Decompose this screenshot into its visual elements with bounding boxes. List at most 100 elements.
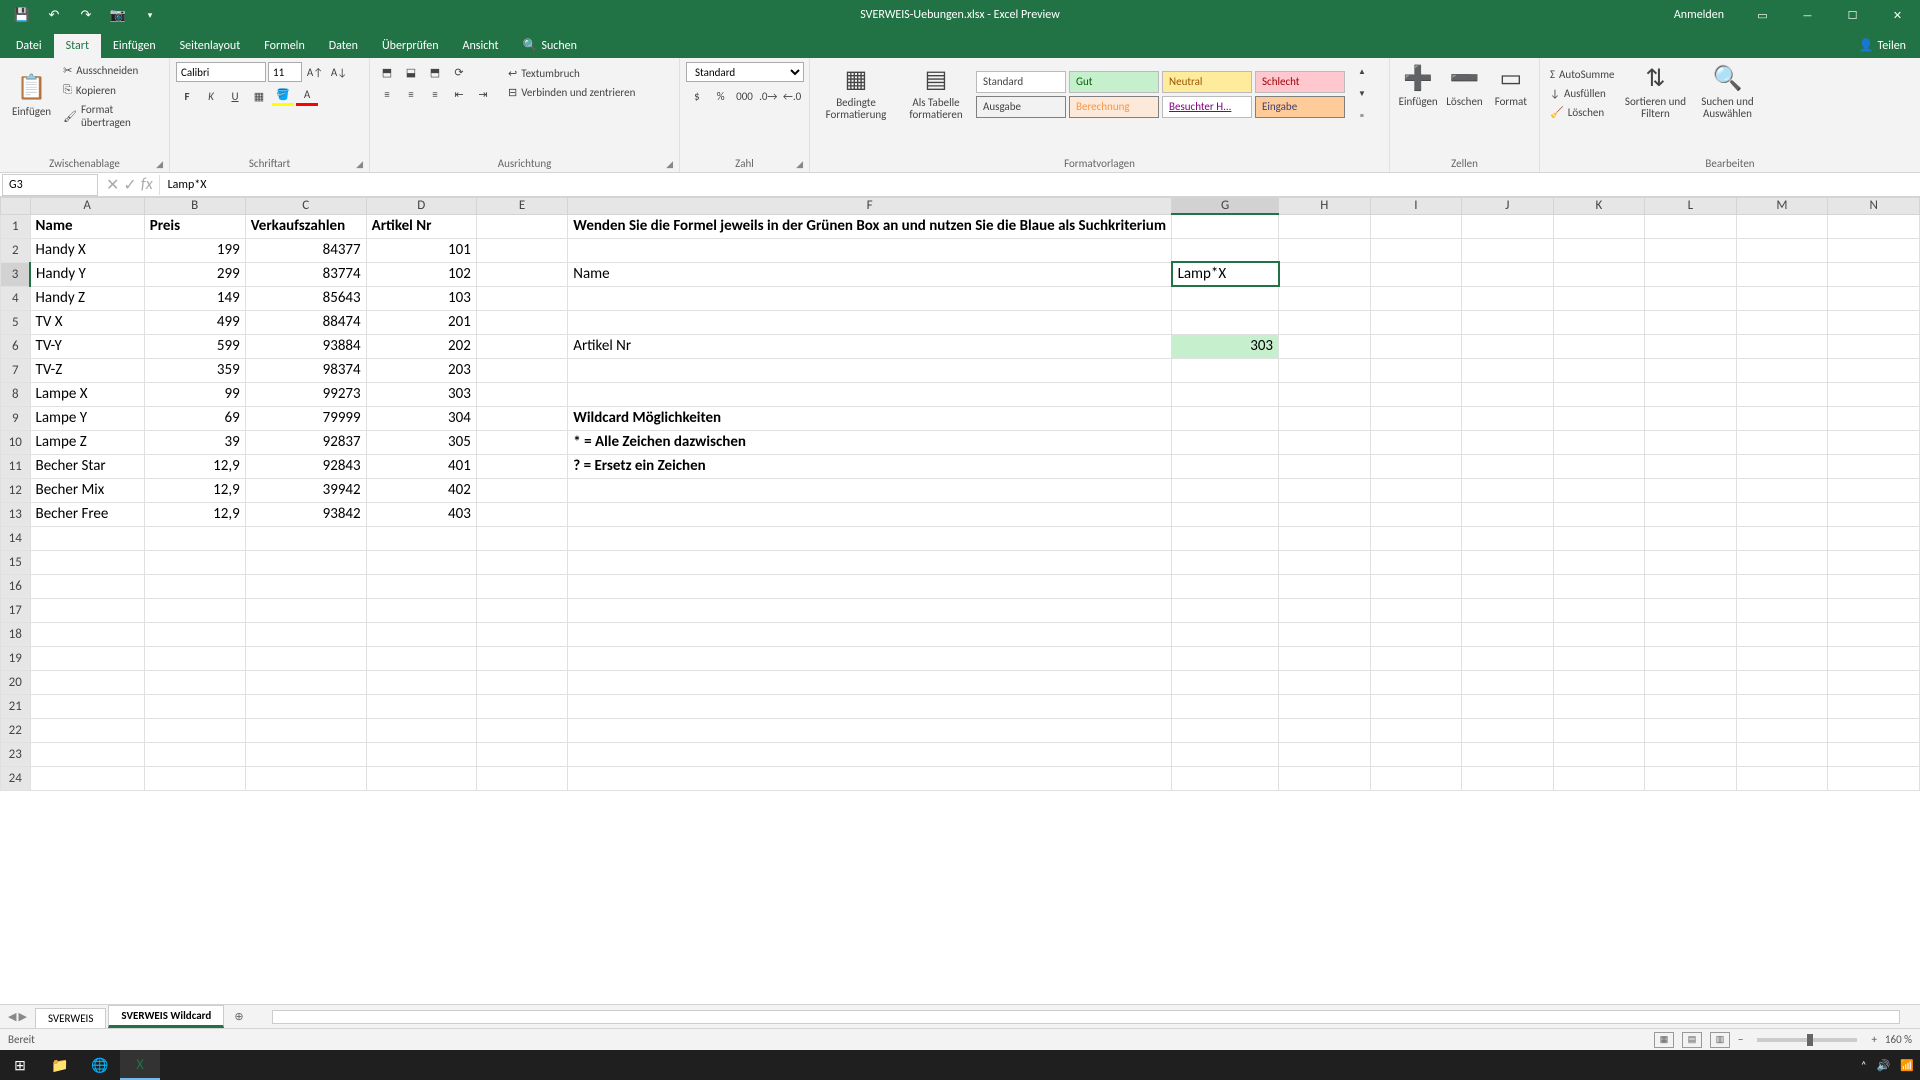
cell-C8[interactable]: 99273 [245, 382, 366, 406]
cell-A12[interactable]: Becher Mix [30, 478, 144, 502]
tab-seitenlayout[interactable]: Seitenlayout [168, 34, 253, 58]
cell-D18[interactable] [366, 622, 476, 646]
cell-J13[interactable] [1462, 502, 1553, 526]
fx-icon[interactable]: fx [141, 175, 153, 194]
cell-J15[interactable] [1462, 550, 1553, 574]
cell-J20[interactable] [1462, 670, 1553, 694]
align-middle-icon[interactable]: ⬓ [400, 62, 422, 82]
cell-M7[interactable] [1736, 358, 1828, 382]
cell-G13[interactable] [1172, 502, 1279, 526]
cell-A20[interactable] [30, 670, 144, 694]
cell-K23[interactable] [1553, 742, 1644, 766]
font-name-select[interactable] [176, 62, 266, 82]
cell-N24[interactable] [1828, 766, 1920, 790]
cell-L3[interactable] [1645, 262, 1736, 286]
tray-chevron-icon[interactable]: ˄ [1861, 1059, 1867, 1072]
add-sheet-button[interactable]: ⊕ [226, 1010, 251, 1023]
cell-E6[interactable] [476, 334, 567, 358]
cell-E14[interactable] [476, 526, 567, 550]
cell-B8[interactable]: 99 [144, 382, 245, 406]
cell-J11[interactable] [1462, 454, 1553, 478]
cell-D13[interactable]: 403 [366, 502, 476, 526]
cell-C15[interactable] [245, 550, 366, 574]
cell-M6[interactable] [1736, 334, 1828, 358]
row-header-8[interactable]: 8 [1, 382, 31, 406]
cell-C5[interactable]: 88474 [245, 310, 366, 334]
spreadsheet-grid[interactable]: ABCDEFGHIJKLMN1NamePreisVerkaufszahlenAr… [0, 197, 1920, 1004]
cell-K1[interactable] [1553, 214, 1644, 238]
tab-ansicht[interactable]: Ansicht [451, 34, 511, 58]
cell-A21[interactable] [30, 694, 144, 718]
accept-formula-icon[interactable]: ✓ [123, 175, 136, 195]
cell-A4[interactable]: Handy Z [30, 286, 144, 310]
cell-F21[interactable] [568, 694, 1172, 718]
cell-A24[interactable] [30, 766, 144, 790]
cell-E24[interactable] [476, 766, 567, 790]
cell-E5[interactable] [476, 310, 567, 334]
cell-B1[interactable]: Preis [144, 214, 245, 238]
col-header-J[interactable]: J [1462, 198, 1553, 215]
italic-button[interactable]: K [200, 86, 222, 106]
tab-suchen[interactable]: 🔍Suchen [511, 33, 589, 58]
select-all-corner[interactable] [1, 198, 31, 215]
cell-E20[interactable] [476, 670, 567, 694]
cell-C1[interactable]: Verkaufszahlen [245, 214, 366, 238]
cell-I21[interactable] [1370, 694, 1461, 718]
cell-C22[interactable] [245, 718, 366, 742]
row-header-15[interactable]: 15 [1, 550, 31, 574]
cell-G1[interactable] [1172, 214, 1279, 238]
cell-G23[interactable] [1172, 742, 1279, 766]
cell-J3[interactable] [1462, 262, 1553, 286]
cell-D14[interactable] [366, 526, 476, 550]
cell-L24[interactable] [1645, 766, 1736, 790]
launcher-icon[interactable]: ◢ [156, 159, 163, 170]
cell-N1[interactable] [1828, 214, 1920, 238]
view-pagelayout-icon[interactable]: ▤ [1682, 1032, 1702, 1048]
cell-K18[interactable] [1553, 622, 1644, 646]
cell-I20[interactable] [1370, 670, 1461, 694]
cell-M20[interactable] [1736, 670, 1828, 694]
row-header-7[interactable]: 7 [1, 358, 31, 382]
cell-G2[interactable] [1172, 238, 1279, 262]
cell-D8[interactable]: 303 [366, 382, 476, 406]
cell-H14[interactable] [1279, 526, 1371, 550]
cell-A10[interactable]: Lampe Z [30, 430, 144, 454]
col-header-D[interactable]: D [366, 198, 476, 215]
cell-K4[interactable] [1553, 286, 1644, 310]
cell-H12[interactable] [1279, 478, 1371, 502]
cell-H22[interactable] [1279, 718, 1371, 742]
cell-I11[interactable] [1370, 454, 1461, 478]
cell-A9[interactable]: Lampe Y [30, 406, 144, 430]
cell-C13[interactable]: 93842 [245, 502, 366, 526]
cell-N16[interactable] [1828, 574, 1920, 598]
cell-L7[interactable] [1645, 358, 1736, 382]
cell-F17[interactable] [568, 598, 1172, 622]
cell-K19[interactable] [1553, 646, 1644, 670]
maximize-icon[interactable]: ☐ [1830, 0, 1875, 30]
insert-cells-button[interactable]: ➕Einfügen [1396, 62, 1440, 112]
cell-M22[interactable] [1736, 718, 1828, 742]
number-format-select[interactable]: Standard [686, 62, 804, 82]
cell-B23[interactable] [144, 742, 245, 766]
style-gut[interactable]: Gut [1069, 71, 1159, 93]
ribbon-options-icon[interactable]: ▭ [1740, 0, 1785, 30]
cell-L14[interactable] [1645, 526, 1736, 550]
cell-K9[interactable] [1553, 406, 1644, 430]
cell-F1[interactable]: Wenden Sie die Formel jeweils in der Grü… [568, 214, 1172, 238]
cell-M13[interactable] [1736, 502, 1828, 526]
cell-C7[interactable]: 98374 [245, 358, 366, 382]
cell-B10[interactable]: 39 [144, 430, 245, 454]
cell-B16[interactable] [144, 574, 245, 598]
cell-B11[interactable]: 12,9 [144, 454, 245, 478]
qat-dropdown-icon[interactable]: ▾ [136, 1, 164, 29]
browser-icon[interactable]: 🌐 [80, 1050, 120, 1080]
cell-D7[interactable]: 203 [366, 358, 476, 382]
cell-L15[interactable] [1645, 550, 1736, 574]
cell-H19[interactable] [1279, 646, 1371, 670]
cell-A7[interactable]: TV-Z [30, 358, 144, 382]
cell-J4[interactable] [1462, 286, 1553, 310]
style-berechnung[interactable]: Berechnung [1069, 96, 1159, 118]
cell-N9[interactable] [1828, 406, 1920, 430]
cell-K22[interactable] [1553, 718, 1644, 742]
cell-H13[interactable] [1279, 502, 1371, 526]
